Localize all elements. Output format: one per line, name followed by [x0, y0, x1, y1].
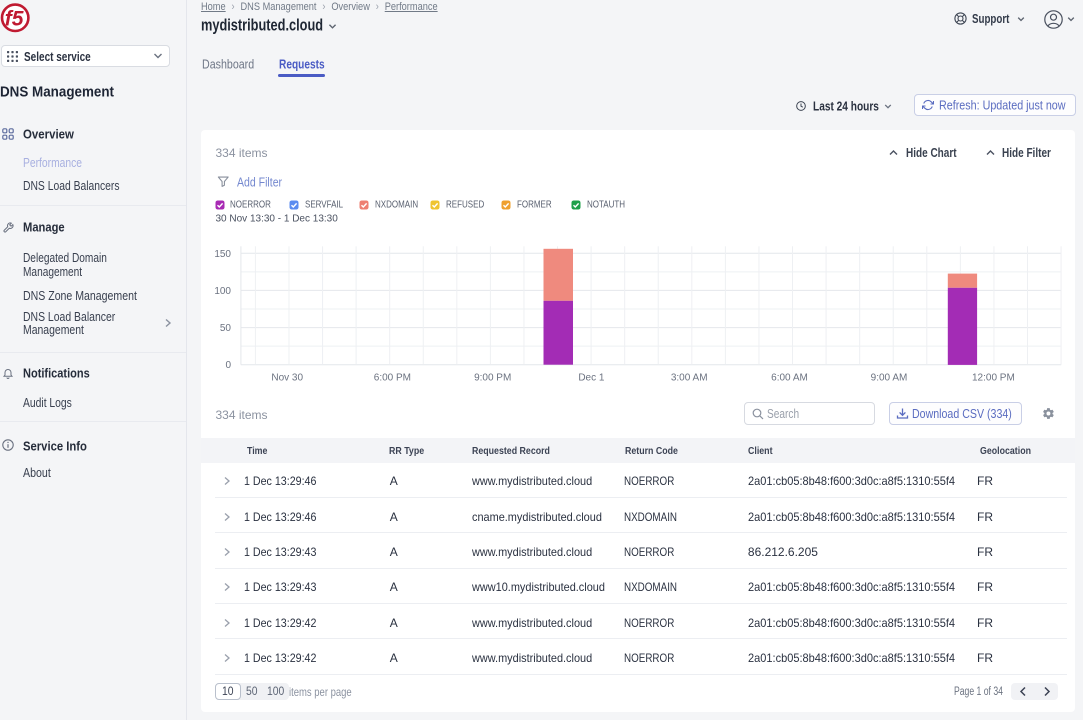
svg-text:50: 50	[220, 323, 232, 334]
svg-text:3:00 AM: 3:00 AM	[671, 373, 708, 384]
svg-text:0: 0	[225, 360, 231, 371]
svg-text:150: 150	[214, 249, 231, 260]
svg-text:f5: f5	[5, 8, 24, 31]
svg-text:Dec 1: Dec 1	[578, 373, 605, 384]
svg-text:Nov 30: Nov 30	[271, 373, 303, 384]
svg-text:100: 100	[214, 286, 231, 297]
svg-text:12:00 PM: 12:00 PM	[972, 373, 1015, 384]
svg-text:6:00 AM: 6:00 AM	[771, 373, 808, 384]
svg-text:9:00 AM: 9:00 AM	[871, 373, 908, 384]
svg-text:9:00 PM: 9:00 PM	[474, 373, 511, 384]
svg-text:6:00 PM: 6:00 PM	[374, 373, 411, 384]
